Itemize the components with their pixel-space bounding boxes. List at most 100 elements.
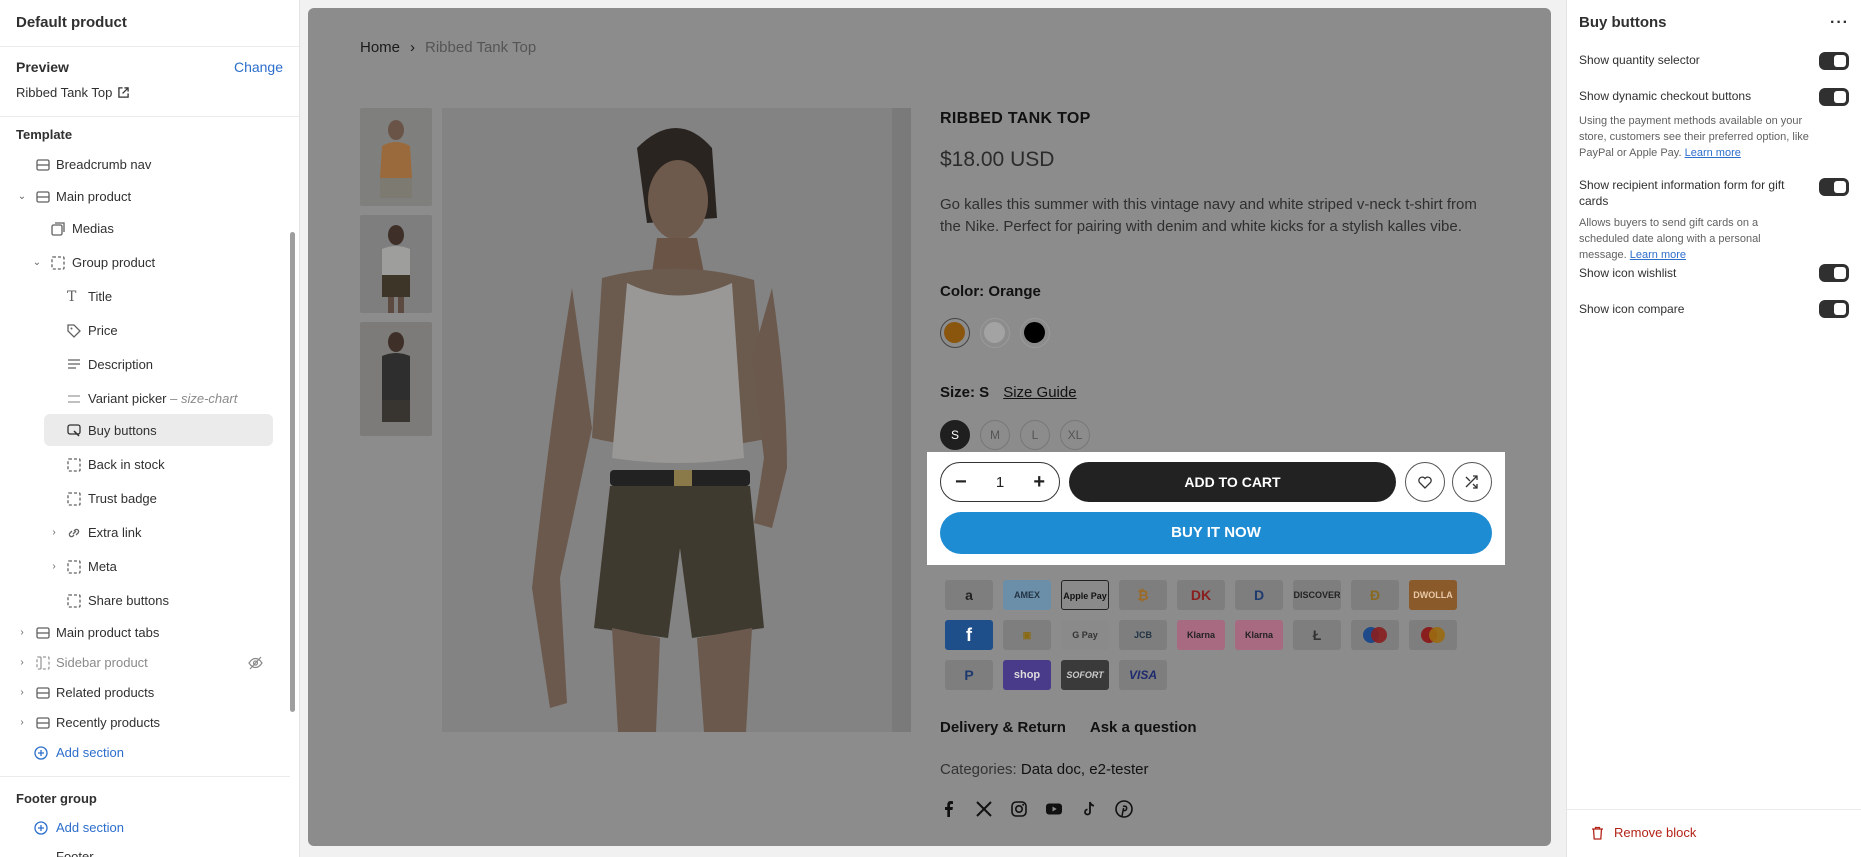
block-icon bbox=[67, 458, 81, 472]
categories-value[interactable]: Data doc, e2-tester bbox=[1021, 761, 1149, 778]
tree-label: Title bbox=[88, 289, 113, 304]
tree-footer-cut[interactable]: Footer bbox=[56, 849, 94, 857]
tiktok-icon[interactable] bbox=[1080, 800, 1098, 818]
wishlist-button[interactable] bbox=[1405, 462, 1445, 502]
quantity-value[interactable]: 1 bbox=[996, 474, 1004, 491]
learn-more-link[interactable]: Learn more bbox=[1685, 147, 1741, 159]
section-icon bbox=[36, 627, 50, 639]
sections-sidebar: Default product Preview Change Ribbed Ta… bbox=[0, 0, 300, 857]
facebook-icon[interactable] bbox=[940, 800, 958, 818]
tree-related-products[interactable]: › Related products bbox=[0, 676, 290, 710]
minus-icon[interactable]: − bbox=[955, 472, 967, 492]
tree-buy-buttons[interactable]: Buy buttons bbox=[0, 414, 290, 448]
thumbnail-white[interactable] bbox=[360, 215, 432, 313]
color-swatch-black[interactable] bbox=[1020, 318, 1050, 348]
color-swatch-white[interactable] bbox=[980, 318, 1010, 348]
tree-main-product[interactable]: ⌄ Main product bbox=[0, 180, 290, 214]
tree-breadcrumb[interactable]: Breadcrumb nav bbox=[0, 148, 290, 182]
tree-main-product-tabs[interactable]: › Main product tabs bbox=[0, 616, 290, 650]
sofort-icon: SOFORT bbox=[1061, 660, 1109, 690]
tree-label: Breadcrumb nav bbox=[56, 157, 152, 172]
tree-label: Price bbox=[88, 323, 118, 338]
jcb-icon: JCB bbox=[1119, 620, 1167, 650]
product-title: RIBBED TANK TOP bbox=[940, 110, 1091, 127]
show-dynamic-toggle[interactable] bbox=[1819, 88, 1849, 106]
plus-icon[interactable]: + bbox=[1033, 472, 1045, 492]
size-option-m[interactable]: M bbox=[980, 420, 1010, 450]
breadcrumb-home[interactable]: Home bbox=[360, 39, 400, 56]
panel-footer: Remove block bbox=[1567, 809, 1861, 857]
remove-block-label: Remove block bbox=[1614, 825, 1697, 840]
quantity-stepper[interactable]: − 1 + bbox=[940, 462, 1060, 502]
variant-icon bbox=[68, 395, 80, 403]
more-options-icon[interactable]: ··· bbox=[1830, 14, 1849, 31]
tree-extra-link[interactable]: › Extra link bbox=[0, 516, 290, 550]
tree-recently-products[interactable]: › Recently products bbox=[0, 706, 290, 740]
tree-meta[interactable]: › Meta bbox=[0, 550, 290, 584]
tree-medias[interactable]: Medias bbox=[0, 212, 290, 246]
chevron-right-icon[interactable]: › bbox=[49, 562, 59, 572]
learn-more-link[interactable]: Learn more bbox=[1630, 249, 1686, 261]
youtube-icon[interactable] bbox=[1045, 800, 1063, 818]
compare-button[interactable] bbox=[1452, 462, 1492, 502]
x-twitter-icon[interactable] bbox=[975, 800, 993, 818]
tree-title[interactable]: T Title bbox=[0, 280, 290, 314]
shuffle-icon bbox=[1465, 475, 1478, 489]
size-label-row: Size: S Size Guide bbox=[940, 384, 1077, 401]
chevron-right-icon[interactable]: › bbox=[17, 628, 27, 638]
ask-question-link[interactable]: Ask a question bbox=[1090, 719, 1197, 736]
chevron-down-icon[interactable]: ⌄ bbox=[17, 192, 27, 202]
show-quantity-label: Show quantity selector bbox=[1579, 53, 1700, 67]
size-guide-link[interactable]: Size Guide bbox=[1003, 384, 1076, 401]
show-recipient-label: Show recipient information form for gift… bbox=[1579, 178, 1785, 208]
shop-pay-icon: shop bbox=[1003, 660, 1051, 690]
delivery-return-link[interactable]: Delivery & Return bbox=[940, 719, 1066, 736]
chevron-right-icon[interactable]: › bbox=[17, 688, 27, 698]
bitcoin-icon: ₿ bbox=[1119, 580, 1167, 610]
template-label: Template bbox=[16, 127, 73, 142]
tree-group-product[interactable]: ⌄ Group product bbox=[0, 246, 290, 280]
chevron-right-icon[interactable]: › bbox=[17, 718, 27, 728]
tree-label: Recently products bbox=[56, 715, 161, 730]
instagram-icon[interactable] bbox=[1010, 800, 1028, 818]
tree-label: Buy buttons bbox=[88, 423, 157, 438]
tree-trust-badge[interactable]: Trust badge bbox=[0, 482, 290, 516]
link-icon bbox=[68, 528, 80, 538]
chevron-right-icon[interactable]: › bbox=[17, 658, 27, 668]
size-option-s[interactable]: S bbox=[940, 420, 970, 450]
section-icon bbox=[36, 191, 50, 203]
tree-share-buttons[interactable]: Share buttons bbox=[0, 584, 290, 618]
footer-group-label: Footer group bbox=[16, 791, 97, 806]
add-to-cart-button[interactable]: ADD TO CART bbox=[1069, 462, 1396, 502]
sidebar-scrollbar[interactable] bbox=[290, 232, 295, 712]
pinterest-icon[interactable] bbox=[1115, 800, 1133, 818]
product-main-image[interactable] bbox=[442, 108, 911, 732]
preview-product[interactable]: Ribbed Tank Top bbox=[16, 85, 283, 100]
add-section-button[interactable]: Add section bbox=[0, 736, 290, 770]
show-wishlist-toggle[interactable] bbox=[1819, 264, 1849, 282]
tree-price[interactable]: Price bbox=[0, 314, 290, 348]
tree-description[interactable]: Description bbox=[0, 348, 290, 382]
tree-back-in-stock[interactable]: Back in stock bbox=[0, 448, 290, 482]
show-recipient-toggle[interactable] bbox=[1819, 178, 1849, 196]
chevron-right-icon[interactable]: › bbox=[49, 528, 59, 538]
buy-it-now-button[interactable]: BUY IT NOW bbox=[940, 512, 1492, 554]
paragraph-icon bbox=[68, 359, 80, 369]
size-option-l[interactable]: L bbox=[1020, 420, 1050, 450]
chevron-down-icon[interactable]: ⌄ bbox=[32, 258, 42, 268]
size-option-xl[interactable]: XL bbox=[1060, 420, 1090, 450]
thumbnail-orange[interactable] bbox=[360, 108, 432, 206]
show-compare-toggle[interactable] bbox=[1819, 300, 1849, 318]
footer-add-section-button[interactable]: Add section bbox=[34, 820, 124, 835]
categories: Categories: Data doc, e2-tester bbox=[940, 761, 1148, 778]
show-quantity-toggle[interactable] bbox=[1819, 52, 1849, 70]
discover-icon: DISCOVER bbox=[1293, 580, 1341, 610]
thumbnail-black[interactable] bbox=[360, 322, 432, 436]
remove-block-button[interactable]: Remove block bbox=[1591, 825, 1696, 840]
tree-sidebar-product[interactable]: › Sidebar product bbox=[0, 646, 290, 680]
color-swatch-orange[interactable] bbox=[940, 318, 970, 348]
change-link[interactable]: Change bbox=[234, 59, 283, 75]
klarna-icon: Klarna bbox=[1177, 620, 1225, 650]
thumbnail-image bbox=[360, 108, 432, 206]
hidden-eye-icon[interactable] bbox=[248, 656, 263, 670]
